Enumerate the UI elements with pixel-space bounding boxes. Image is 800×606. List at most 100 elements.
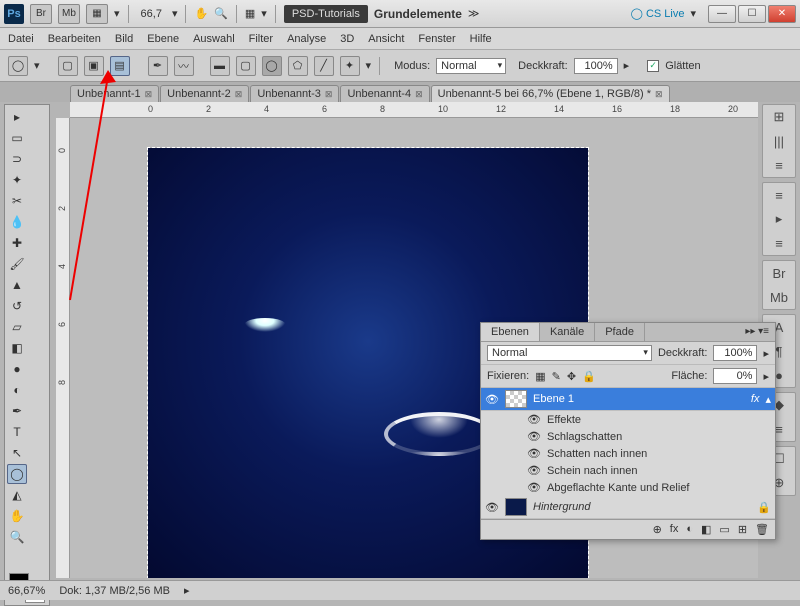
menu-fenster[interactable]: Fenster (418, 33, 455, 45)
bridge-button[interactable]: Br (30, 4, 52, 24)
workspace-tag[interactable]: PSD-Tutorials (284, 5, 368, 23)
menu-bild[interactable]: Bild (115, 33, 133, 45)
rect-shape-icon[interactable]: ▬ (210, 56, 230, 76)
zoom-display[interactable]: 66,7 (137, 8, 166, 20)
document-tab[interactable]: Unbenannt-3⊠ (250, 85, 339, 102)
document-tab[interactable]: Unbenannt-5 bei 66,7% (Ebene 1, RGB/8) *… (431, 85, 670, 102)
heal-tool[interactable]: ✚ (7, 233, 27, 253)
fill-input[interactable]: 0% (713, 368, 757, 384)
panel-icon[interactable]: ≡ (769, 186, 789, 204)
menu-bearbeiten[interactable]: Bearbeiten (48, 33, 101, 45)
tab-channels[interactable]: Kanäle (540, 323, 595, 341)
wand-tool[interactable]: ✦ (7, 170, 27, 190)
menu-filter[interactable]: Filter (249, 33, 273, 45)
tool-preset-icon[interactable]: ◯ (8, 56, 28, 76)
panel-icon[interactable]: Br (769, 264, 789, 282)
status-zoom[interactable]: 66,67% (8, 585, 45, 597)
close-tab-icon[interactable]: ⊠ (325, 89, 333, 100)
panel-icon[interactable]: ||| (769, 132, 789, 150)
eyedropper-tool[interactable]: 💧 (7, 212, 27, 232)
ruler-horizontal[interactable]: 02468101214161820 (70, 102, 758, 118)
minimize-button[interactable]: — (708, 5, 736, 23)
move-tool[interactable]: ▸ (7, 107, 27, 127)
workspace-name[interactable]: Grundelemente (374, 7, 462, 21)
history-brush-tool[interactable]: ↺ (7, 296, 27, 316)
close-tab-icon[interactable]: ⊠ (235, 89, 243, 100)
rotate-icon[interactable]: ▦ (245, 7, 255, 20)
stamp-tool[interactable]: ▲ (7, 275, 27, 295)
visibility-icon[interactable]: 👁 (485, 393, 499, 406)
panel-icon[interactable]: Mb (769, 288, 789, 306)
cslive-button[interactable]: CS Live (631, 7, 685, 20)
effect-item[interactable]: 👁Schlagschatten (481, 428, 775, 445)
add-selection-icon[interactable]: ▣ (84, 56, 104, 76)
visibility-icon[interactable]: 👁 (485, 501, 499, 514)
ruler-vertical[interactable]: 02468 (56, 118, 70, 578)
layer-action-icon[interactable]: ◐ (686, 523, 693, 536)
tab-layers[interactable]: Ebenen (481, 323, 540, 341)
effect-item[interactable]: 👁Schatten nach innen (481, 445, 775, 462)
menu-auswahl[interactable]: Auswahl (193, 33, 235, 45)
more-icon[interactable]: ≫ (468, 7, 480, 20)
menu-3d[interactable]: 3D (340, 33, 354, 45)
marquee-tool[interactable]: ▭ (7, 128, 27, 148)
zoom-tool[interactable]: 🔍 (7, 527, 27, 547)
blend-mode-select[interactable]: Normal (436, 58, 506, 74)
layer-action-icon[interactable]: ⊕ (653, 523, 662, 536)
menu-analyse[interactable]: Analyse (287, 33, 326, 45)
effect-item[interactable]: 👁Abgeflachte Kante und Relief (481, 479, 775, 496)
blur-tool[interactable]: ● (7, 359, 27, 379)
zoom-icon[interactable]: 🔍 (214, 7, 228, 20)
status-doc[interactable]: Dok: 1,37 MB/2,56 MB (59, 585, 170, 597)
layer-item[interactable]: 👁 Hintergrund 🔒 (481, 496, 775, 519)
layer-opacity-input[interactable]: 100% (713, 345, 757, 361)
effect-item[interactable]: 👁Schein nach innen (481, 462, 775, 479)
hand-tool[interactable]: ✋ (7, 506, 27, 526)
lasso-tool[interactable]: ⊃ (7, 149, 27, 169)
freeform-icon[interactable]: 〰 (174, 56, 194, 76)
layer-thumbnail[interactable] (505, 498, 527, 516)
fx-badge[interactable]: fx (751, 393, 760, 405)
document-tab[interactable]: Unbenannt-4⊠ (340, 85, 429, 102)
pen-tool[interactable]: ✒ (7, 401, 27, 421)
custom-shape-icon[interactable]: ✦ (340, 56, 360, 76)
layer-item[interactable]: 👁 Ebene 1 fx ▴ (481, 388, 775, 411)
dodge-tool[interactable]: ◐ (7, 380, 27, 400)
lock-transparency-icon[interactable]: ▦ (535, 370, 545, 383)
document-tab[interactable]: Unbenannt-1⊠ (70, 85, 159, 102)
polygon-shape-icon[interactable]: ⬠ (288, 56, 308, 76)
layer-name[interactable]: Ebene 1 (533, 393, 574, 405)
menu-hilfe[interactable]: Hilfe (470, 33, 492, 45)
layer-action-icon[interactable]: ▭ (719, 523, 729, 536)
document-tab[interactable]: Unbenannt-2⊠ (160, 85, 249, 102)
close-button[interactable]: ✕ (768, 5, 796, 23)
panel-icon[interactable]: ≡ (769, 156, 789, 174)
panel-icon[interactable]: ≡ (769, 234, 789, 252)
layers-panel[interactable]: Ebenen Kanäle Pfade ▸▸ ▾≡ Normal Deckkra… (480, 322, 776, 540)
gradient-tool[interactable]: ◧ (7, 338, 27, 358)
layer-action-icon[interactable]: 🗑 (755, 523, 769, 536)
eraser-tool[interactable]: ▱ (7, 317, 27, 337)
layer-action-icon[interactable]: fx (670, 523, 679, 536)
roundrect-shape-icon[interactable]: ▢ (236, 56, 256, 76)
layer-name[interactable]: Hintergrund (533, 501, 590, 513)
tab-paths[interactable]: Pfade (595, 323, 645, 341)
antialias-checkbox[interactable]: ✓ (647, 60, 659, 72)
3d-tool[interactable]: ◭ (7, 485, 27, 505)
lock-pixels-icon[interactable]: ✎ (552, 370, 561, 383)
lock-position-icon[interactable]: ✥ (567, 370, 576, 383)
menu-ebene[interactable]: Ebene (147, 33, 179, 45)
layout-button[interactable]: ▦ (86, 4, 108, 24)
path-tool[interactable]: ↖ (7, 443, 27, 463)
layer-action-icon[interactable]: ◧ (701, 523, 711, 536)
close-tab-icon[interactable]: ⊠ (145, 89, 153, 100)
panel-icon[interactable]: ⊞ (769, 108, 789, 126)
panel-icon[interactable]: ▸ (769, 210, 789, 228)
line-shape-icon[interactable]: ╱ (314, 56, 334, 76)
menu-datei[interactable]: Datei (8, 33, 34, 45)
close-tab-icon[interactable]: ⊠ (415, 89, 423, 100)
maximize-button[interactable]: ☐ (738, 5, 766, 23)
pen-icon[interactable]: ✒ (148, 56, 168, 76)
subtract-selection-icon[interactable]: ▤ (110, 56, 130, 76)
ellipse-shape-icon[interactable]: ◯ (262, 56, 282, 76)
